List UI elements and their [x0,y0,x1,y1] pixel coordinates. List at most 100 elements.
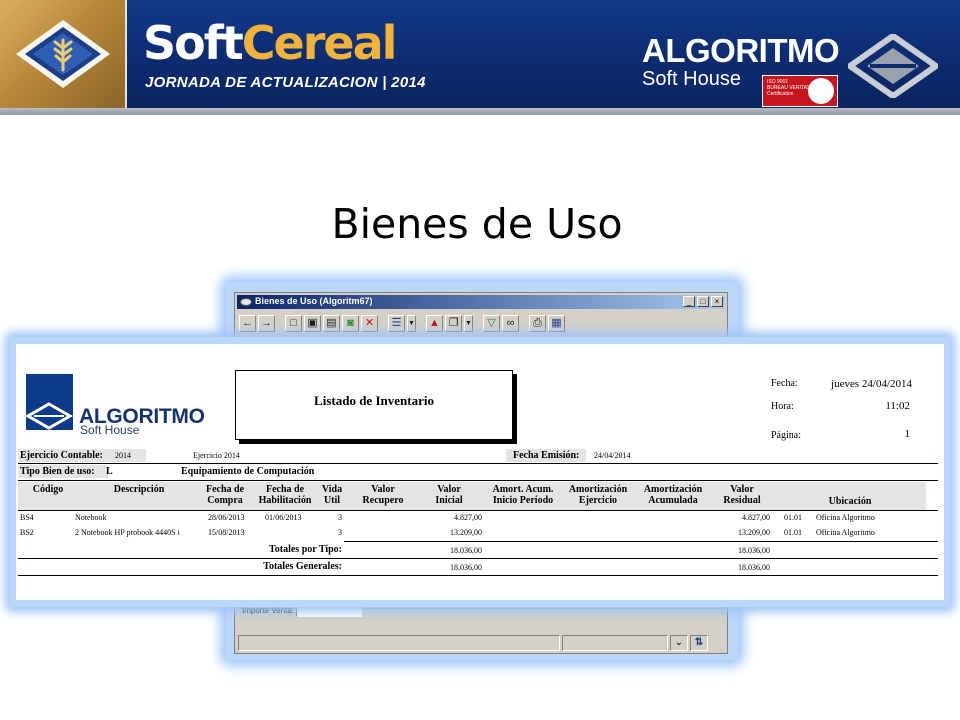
cell-valor-inicial: 4.827,00 [454,513,482,522]
app-titlebar[interactable]: Bienes de Uso (Algoritm67) _ □ × [237,295,725,309]
col-valor-inicial: Valor Inicial [435,484,463,506]
algoritmo-name: ALGORITMO [642,32,840,69]
filter-icon[interactable]: ▽ [483,314,500,332]
dropdown-icon[interactable]: ▼ [407,314,416,332]
banner-divider [0,108,960,115]
cell-vida-util: 3 [338,528,342,537]
totales-tipo-inicial: 18.036,00 [450,546,482,555]
status-cell-secondary [562,635,668,651]
cell-ubicacion-name: Oficina Algoritmo [816,513,875,522]
cell-fecha-habilitacion: 01/06/2013 [265,513,302,522]
chevron-down-icon[interactable]: ⌄ [670,635,688,651]
pagina-value: 1 [904,428,911,440]
totales-generales-inicial: 18.036,00 [450,563,482,572]
fecha-emision-value: 24/04/2014 [594,451,631,460]
ejercicio-desc: Ejercicio 2014 [193,451,240,460]
report-title: Listado de Inventario [314,393,434,408]
col-fecha-compra: Fecha de Compra [205,484,245,506]
cell-ubicacion-code: 01.01 [784,513,802,522]
cell-ubicacion-code: 01.01 [784,528,802,537]
cell-ubicacion-name: Oficina Algoritmo [816,528,875,537]
inventory-report: ALGORITMO Soft House Listado de Inventar… [16,344,944,600]
maximize-button[interactable]: □ [697,296,709,307]
export-icon[interactable]: ◙ [342,314,359,332]
algoritmo-logo-icon [24,374,74,430]
totales-tipo-label: Totales por Tipo: [269,544,342,555]
fecha-value: jueves 24/04/2014 [831,378,912,390]
banner: SoftCereal JORNADA DE ACTUALIZACION | 20… [0,0,960,108]
col-fecha-habilitacion: Fecha de Habilitación [258,484,312,506]
tipo-label: Tipo Bien de uso: [20,466,95,477]
fecha-emision-label: Fecha Emisión: [513,450,580,461]
forward-arrow-icon[interactable]: → [258,314,275,332]
sort-icon[interactable]: ⇅ [690,635,708,651]
totales-generales-label: Totales Generales: [263,561,342,572]
app-toolbar: ← → □ ▣ ▤ ◙ ✕ ☰ ▼ ▲ ❐ ▼ ▽ ∞ ⎙ ▦ [239,313,565,333]
col-valor-residual: Valor Residual [723,484,761,506]
banner-subtitle: JORNADA DE ACTUALIZACION | 2014 [145,74,426,91]
separator-line [18,480,938,481]
wheat-logo-icon [0,0,127,108]
cell-descripcion: Notebook [75,513,107,522]
tipo-desc: Equipamiento de Computación [181,466,315,477]
app-status-bar: ⌄ ⇅ [238,635,724,651]
cell-codigo: BS4 [20,513,34,522]
iso-certification-badge-icon: ISO 9001 BUREAU VERITAS Certification [762,75,838,107]
app-icon [240,298,252,306]
tipo-code: L [106,466,113,477]
calculator-icon[interactable]: ▦ [548,314,565,332]
totals-tipo-line [344,541,938,542]
col-amort-ejercicio: Amortización Ejercicio [568,484,628,506]
cell-vida-util: 3 [338,513,342,522]
hora-label: Hora: [771,401,794,412]
alert-icon[interactable]: ▲ [426,314,443,332]
delete-icon[interactable]: ✕ [361,314,378,332]
cell-valor-residual: 13.209,00 [738,528,770,537]
list-view-icon[interactable]: ☰ [388,314,405,332]
col-descripcion: Descripción [113,484,165,495]
report-title-box: Listado de Inventario [235,370,513,440]
slide-title: Bienes de Uso [331,200,623,248]
softcereal-title: SoftCereal [143,16,398,70]
importe-venta-label: Importe Venta: [242,606,295,615]
separator-line [18,463,938,464]
fecha-label: Fecha: [771,378,798,389]
windows-icon[interactable]: ❐ [445,314,462,332]
save-disabled-icon[interactable]: ▤ [323,314,340,332]
totals-general-line [18,558,938,559]
cell-fecha-compra: 15/08/2013 [208,528,245,537]
status-cell-main [238,635,560,651]
printer-icon[interactable]: ⎙ [529,314,546,332]
col-amort-acumulada: Amortización Acumulada [643,484,703,506]
hora-value: 11:02 [885,400,910,412]
binoculars-icon[interactable]: ∞ [502,314,519,332]
close-button[interactable]: × [711,296,723,307]
cell-codigo: BS2 [20,528,34,537]
new-document-icon[interactable]: □ [285,314,302,332]
minimize-button[interactable]: _ [683,296,695,307]
col-codigo: Código [32,484,64,495]
window-controls: _ □ × [683,296,723,307]
col-ubicacion: Ubicación [828,496,872,507]
dropdown-icon[interactable]: ▼ [464,314,473,332]
save-icon[interactable]: ▣ [304,314,321,332]
separator-line [18,510,938,511]
totales-tipo-residual: 18.036,00 [738,546,770,555]
ejercicio-label: Ejercicio Contable: [20,450,103,461]
algoritmo-diamond-icon [848,34,938,98]
ejercicio-code: 2014 [115,451,131,460]
title-soft: Soft [143,16,244,70]
app-window-title: Bienes de Uso (Algoritm67) [255,296,373,306]
col-amort-acum-inicio: Amort. Acum. Inicio Período [492,484,554,506]
report-logo-tagline: Soft House [80,423,140,437]
cell-fecha-compra: 28/06/2013 [208,513,245,522]
col-valor-recupero: Valor Recupero [362,484,404,506]
back-arrow-icon[interactable]: ← [239,314,256,332]
cell-valor-residual: 4.827,00 [742,513,770,522]
totales-generales-residual: 18.036,00 [738,563,770,572]
title-cereal: Cereal [241,16,398,70]
totals-bottom-line [18,575,938,576]
col-vida-util: Vida Util [321,484,343,506]
cell-valor-inicial: 13.209,00 [450,528,482,537]
cell-descripcion: 2 Notebook HP probook 4440S i [75,528,180,537]
